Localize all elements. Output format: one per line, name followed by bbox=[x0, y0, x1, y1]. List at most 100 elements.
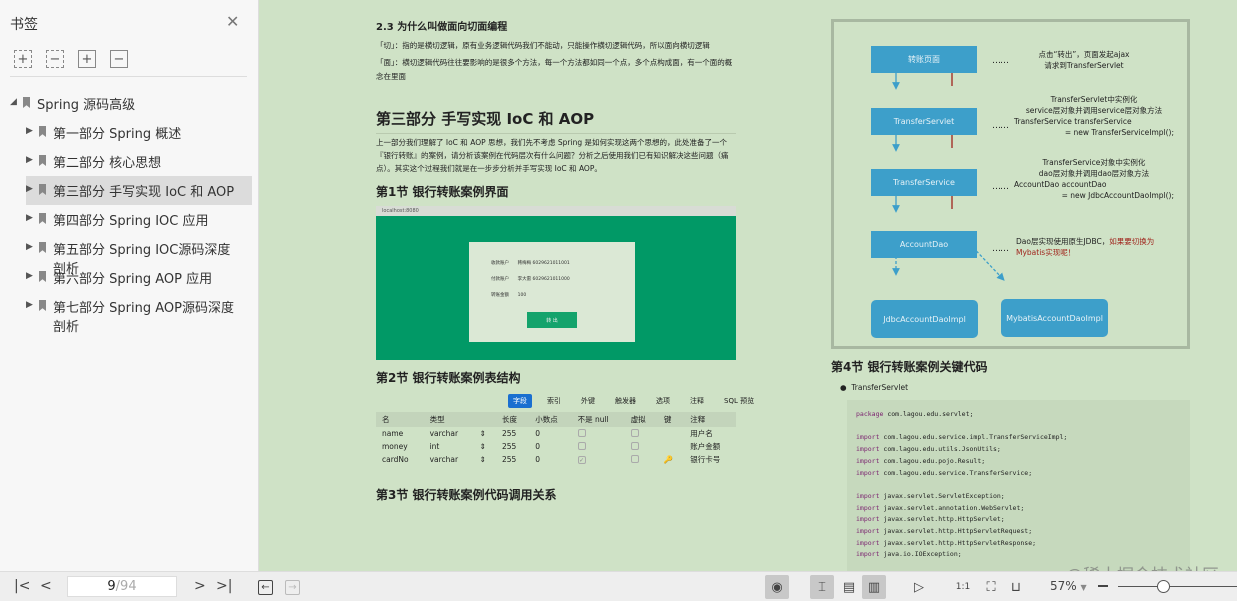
fit-width-icon[interactable]: ⊔ bbox=[1004, 575, 1028, 599]
code-line: import com.lagou.edu.service.impl.Transf… bbox=[856, 433, 1068, 442]
actual-size-icon[interactable]: 1:1 bbox=[951, 575, 975, 599]
section-heading: 第4节 银行转账案例关键代码 bbox=[831, 360, 988, 374]
bookmark-item[interactable]: ▶ 第一部分 Spring 概述 bbox=[0, 118, 253, 147]
table-tab: 选项 bbox=[656, 397, 670, 405]
collapse-arrow-icon[interactable]: ◢ bbox=[10, 97, 20, 107]
expand-arrow-icon[interactable]: ▶ bbox=[26, 300, 36, 310]
add-bookmark-icon[interactable]: + bbox=[78, 50, 96, 68]
bookmark-item[interactable]: ▶ 第二部分 核心思想 bbox=[0, 147, 253, 176]
code-line: package com.lagou.edu.servlet; bbox=[856, 410, 974, 418]
cell-name: cardNo bbox=[382, 455, 409, 464]
first-page-icon[interactable]: |< bbox=[14, 578, 30, 594]
zoom-slider[interactable] bbox=[1118, 586, 1237, 587]
form-row: 收款账户 韩梅梅 6029621011001 bbox=[491, 261, 570, 266]
diagram-note: Dao层实现使用原生JDBC，如果要切换为 Mybatis实现呢！ bbox=[1016, 237, 1155, 257]
stepper-icon: ⇕ bbox=[479, 455, 486, 464]
bookmark-item[interactable]: ▶ 第四部分 Spring IOC 应用 bbox=[0, 205, 253, 234]
column-header: 类型 bbox=[423, 412, 474, 427]
last-page-icon[interactable]: >| bbox=[216, 578, 232, 594]
bookmark-label: 第七部分 Spring AOP源码深度剖析 bbox=[53, 301, 234, 335]
expand-arrow-icon[interactable]: ▶ bbox=[26, 184, 36, 194]
bookmark-icon bbox=[39, 126, 46, 137]
dots: …… bbox=[992, 182, 1009, 192]
cell-decimal: 0 bbox=[535, 455, 540, 464]
diagram-note: 点击“转出”，页面发起ajax 请求到TransferServlet bbox=[1038, 50, 1130, 70]
stepper-icon: ⇕ bbox=[479, 442, 486, 451]
bullet-item: ● TransferServlet bbox=[840, 383, 909, 392]
close-icon[interactable]: ✕ bbox=[226, 12, 239, 31]
dots: …… bbox=[992, 56, 1009, 66]
virtual-checkbox bbox=[630, 441, 639, 450]
single-page-icon[interactable]: ⌶ bbox=[810, 575, 834, 599]
diagram-note: TransferService对象中实例化 dao层对象并调用dao层对象方法 Ac… bbox=[1014, 158, 1174, 200]
table-structure: 名类型 长度 小数点 不是 null 虚拟键注释 name varchar ⇕ 255 0 用户名… bbox=[376, 412, 736, 466]
diagram-node: MybatisAccountDaoImpl bbox=[1001, 299, 1108, 337]
prev-page-icon[interactable]: < bbox=[40, 578, 52, 594]
bookmark-item[interactable]: ▶ 第三部分 手写实现 IoC 和 AOP bbox=[26, 176, 252, 205]
expand-arrow-icon[interactable]: ▶ bbox=[26, 271, 36, 281]
play-icon[interactable]: ▷ bbox=[907, 575, 931, 599]
cell-comment: 账户金额 bbox=[690, 442, 721, 451]
cell-decimal: 0 bbox=[535, 442, 540, 451]
cell-comment: 用户名 bbox=[690, 429, 713, 438]
fit-page-icon[interactable]: ⛶ bbox=[979, 575, 1003, 599]
table-row: cardNo varchar ⇕ 255 0 ✓ 🔑 银行卡号 bbox=[376, 453, 736, 466]
code-line: import javax.servlet.annotation.WebServl… bbox=[856, 503, 1025, 512]
code-line: import javax.servlet.http.HttpServlet; bbox=[856, 515, 1005, 524]
eye-protection-icon[interactable]: ◉ bbox=[765, 575, 789, 599]
bookmark-item[interactable]: ▶ 第六部分 Spring AOP 应用 bbox=[0, 263, 253, 292]
section-heading: 2.3 为什么叫做面向切面编程 bbox=[376, 22, 508, 33]
two-page-icon[interactable]: ▥ bbox=[862, 575, 886, 599]
expand-all-icon[interactable]: + bbox=[14, 50, 32, 68]
continuous-page-icon[interactable]: ▤ bbox=[837, 575, 861, 599]
bookmark-toolbar: + − + − bbox=[14, 50, 128, 68]
dots: …… bbox=[992, 244, 1009, 254]
bookmark-icon bbox=[39, 213, 46, 224]
section-heading: 第3节 银行转账案例代码调用关系 bbox=[376, 488, 557, 502]
remove-bookmark-icon[interactable]: − bbox=[110, 50, 128, 68]
code-line: import java.io.IOException; bbox=[856, 550, 962, 559]
bookmark-item[interactable]: ◢ Spring 源码高级 bbox=[0, 89, 253, 118]
cell-comment: 银行卡号 bbox=[690, 455, 721, 464]
table-tab: 索引 bbox=[547, 397, 561, 405]
column-header: 注释 bbox=[684, 412, 736, 427]
dots: …… bbox=[992, 121, 1009, 131]
paragraph: 上一部分我们理解了 IoC 和 AOP 思想，我们先不考虑 Spring 是如何… bbox=[376, 138, 729, 173]
back-icon[interactable]: ← bbox=[258, 580, 273, 595]
page-number-input[interactable]: 9/94 bbox=[67, 576, 177, 597]
forward-icon[interactable]: → bbox=[285, 580, 300, 595]
part-heading: 第三部分 手写实现 IoC 和 AOP bbox=[376, 108, 736, 134]
diagram-node: TransferService bbox=[871, 169, 977, 196]
diagram-node: JdbcAccountDaoImpl bbox=[871, 300, 978, 338]
cell-name: money bbox=[382, 442, 408, 451]
code-line: import javax.servlet.ServletException; bbox=[856, 491, 1005, 500]
key-icon bbox=[658, 427, 684, 440]
expand-arrow-icon[interactable]: ▶ bbox=[26, 242, 36, 252]
bookmark-label: 第六部分 Spring AOP 应用 bbox=[53, 272, 213, 287]
table-row: money int ⇕ 255 0 账户金额 bbox=[376, 440, 736, 453]
bookmark-label: 第二部分 核心思想 bbox=[53, 156, 162, 171]
column-header: 键 bbox=[657, 412, 685, 427]
expand-arrow-icon[interactable]: ▶ bbox=[26, 213, 36, 223]
bookmark-label: 第一部分 Spring 概述 bbox=[53, 127, 182, 142]
bookmark-icon bbox=[23, 97, 30, 108]
zoom-slider-handle[interactable] bbox=[1157, 580, 1171, 593]
column-header: 小数点 bbox=[529, 412, 572, 427]
bookmark-icon bbox=[39, 271, 46, 282]
browser-url: localhost:8080 bbox=[376, 206, 736, 216]
expand-arrow-icon[interactable]: ▶ bbox=[26, 126, 36, 136]
zoom-out-icon[interactable] bbox=[1098, 585, 1108, 587]
bookmark-item[interactable]: ▶ 第七部分 Spring AOP源码深度剖析 bbox=[0, 292, 253, 340]
expand-arrow-icon[interactable]: ▶ bbox=[26, 155, 36, 165]
key-icon: 🔑 bbox=[663, 455, 674, 464]
next-page-icon[interactable]: > bbox=[194, 578, 206, 594]
column-header: 名 bbox=[376, 412, 424, 427]
collapse-all-icon[interactable]: − bbox=[46, 50, 64, 68]
section-heading: 第1节 银行转账案例界面 bbox=[376, 185, 509, 199]
bookmark-icon bbox=[39, 242, 46, 253]
code-line: import javax.servlet.http.HttpServletReq… bbox=[856, 527, 1033, 536]
call-relationship-diagram: 转账页面 TransferServlet TransferService Acc… bbox=[831, 19, 1190, 349]
zoom-select[interactable]: 57% ▼ bbox=[1050, 579, 1087, 593]
paragraph: 「面」：横切逻辑代码往往要影响的是很多个方法，每一个方法都如同一个点，多个点构成… bbox=[376, 58, 733, 81]
